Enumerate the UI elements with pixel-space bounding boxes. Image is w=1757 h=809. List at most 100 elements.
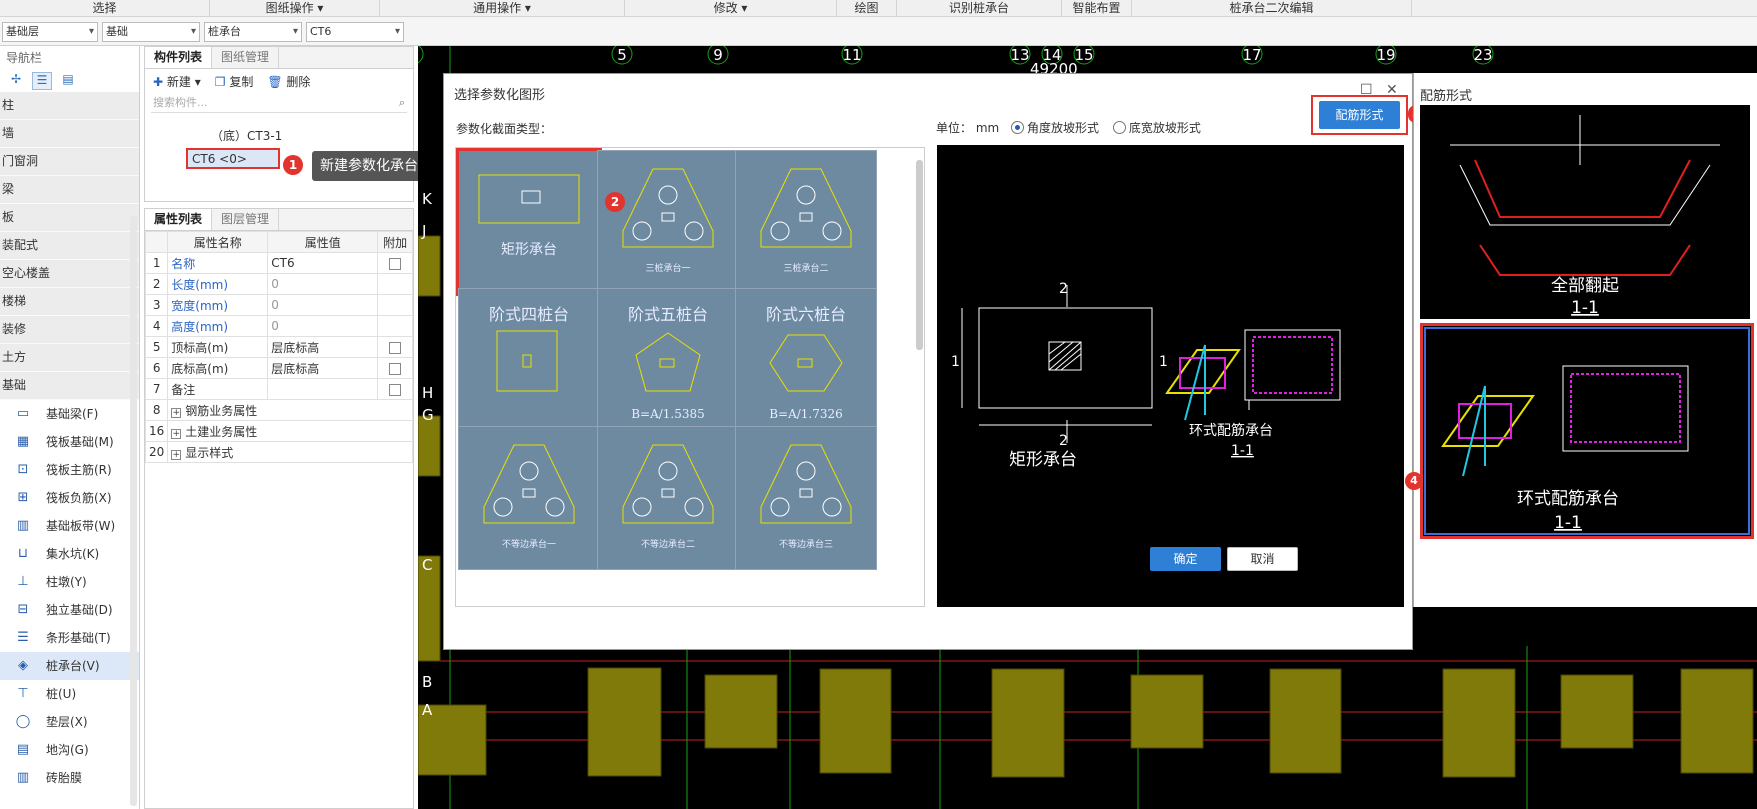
nav-item-label: 砖胎膜 xyxy=(46,771,83,785)
shape-thumb[interactable]: 矩形承台 xyxy=(456,148,602,296)
property-value[interactable]: 层底标高 xyxy=(267,357,379,379)
property-row[interactable]: 3 宽度(mm) 0 xyxy=(144,294,413,316)
rebar-option-full-bend[interactable]: 全部翻起 1-1 xyxy=(1420,105,1750,319)
pin-icon[interactable]: ✢ xyxy=(6,72,26,90)
extra-checkbox[interactable] xyxy=(389,341,402,354)
category-select[interactable]: 基础 xyxy=(102,22,200,42)
cancel-button[interactable]: 取消 xyxy=(1227,547,1298,571)
nav-item[interactable]: ▥ 基础板带(W) xyxy=(0,512,139,540)
nav-item[interactable]: ⊡ 筏板主筋(R) xyxy=(0,456,139,484)
nav-category[interactable]: 墙 xyxy=(0,120,139,148)
ribbon-group-recognize[interactable]: 识别桩承台 xyxy=(897,0,1062,16)
nav-category[interactable]: 装修 xyxy=(0,316,139,344)
property-value[interactable]: CT6 xyxy=(267,252,379,274)
expand-icon[interactable]: + xyxy=(171,449,182,460)
nav-item[interactable]: ▥ 砖胎膜 xyxy=(0,764,139,792)
nav-category[interactable]: 门窗洞 xyxy=(0,148,139,176)
ribbon-group-smart[interactable]: 智能布置 xyxy=(1062,0,1132,16)
component-search-input[interactable]: 搜索构件... ⌕ xyxy=(151,93,407,113)
radio-bottom-slope[interactable]: 底宽放坡形式 xyxy=(1112,121,1201,135)
property-row[interactable]: 8 + 钢筋业务属性 xyxy=(144,399,413,421)
property-row[interactable]: 20 + 显示样式 xyxy=(144,441,413,463)
property-value[interactable] xyxy=(267,378,379,400)
ribbon-group-select[interactable]: 选择 xyxy=(0,0,210,16)
tree-item-ct6[interactable]: CT6 <0> xyxy=(186,148,280,169)
thumb-scrollbar[interactable] xyxy=(916,160,923,350)
nav-item[interactable]: ⊞ 筏板负筋(X) xyxy=(0,484,139,512)
nav-category[interactable]: 空心楼盖 xyxy=(0,260,139,288)
property-row[interactable]: 5 顶标高(m) 层底标高 xyxy=(144,336,413,358)
nav-category[interactable]: 柱 xyxy=(0,92,139,120)
pile-cap-rect xyxy=(1130,674,1204,749)
nav-item[interactable]: ▤ 地沟(G) xyxy=(0,736,139,764)
nav-category[interactable]: 梁 xyxy=(0,176,139,204)
nav-category[interactable]: 基础 xyxy=(0,372,139,400)
type-select[interactable]: 桩承台 xyxy=(204,22,302,42)
nav-item[interactable]: ◈ 桩承台(V) xyxy=(0,652,139,680)
nav-view-toggle: ✢ ☰ ▤ xyxy=(0,70,139,92)
nav-item[interactable]: ☰ 条形基础(T) xyxy=(0,624,139,652)
tab-property-list[interactable]: 属性列表 xyxy=(145,209,213,230)
floor-select[interactable]: 基础层 xyxy=(2,22,98,42)
shape-thumb[interactable]: 不等边承台三 xyxy=(735,426,877,570)
property-name-text: 长度(mm) xyxy=(171,277,229,292)
shape-thumb[interactable]: 阶式五桩台 B=A/1.5385 xyxy=(597,288,739,432)
property-value[interactable]: 层底标高 xyxy=(267,336,379,358)
ribbon-group-modify[interactable]: 修改 ▾ xyxy=(625,0,837,16)
detail-view-icon[interactable]: ▤ xyxy=(58,72,78,90)
extra-checkbox[interactable] xyxy=(389,362,402,375)
component-select[interactable]: CT6 xyxy=(306,22,404,42)
shape-thumb[interactable]: 三桩承台二 xyxy=(735,150,877,294)
tab-component-list[interactable]: 构件列表 xyxy=(145,47,213,68)
tab-drawing-manage[interactable]: 图纸管理 xyxy=(212,47,280,68)
search-icon[interactable]: ⌕ xyxy=(399,93,405,113)
rebar-form-button[interactable]: 配筋形式 xyxy=(1319,101,1400,129)
rebar-option-ring[interactable]: 环式配筋承台 1-1 xyxy=(1420,323,1754,539)
property-extra xyxy=(377,273,413,295)
expand-icon[interactable]: + xyxy=(171,428,182,439)
nav-category[interactable]: 楼梯 xyxy=(0,288,139,316)
tree-item-ct3-1[interactable]: （底）CT3-1 xyxy=(211,127,282,144)
expand-icon[interactable]: + xyxy=(171,407,182,418)
nav-item[interactable]: ⊤ 桩(U) xyxy=(0,680,139,708)
nav-item-label: 桩承台(V) xyxy=(46,659,100,673)
radio-angle-slope[interactable]: 角度放坡形式 xyxy=(1011,121,1099,135)
shape-thumb[interactable]: 阶式六桩台 B=A/1.7326 xyxy=(735,288,877,432)
shape-thumb[interactable]: 阶式四桩台 xyxy=(458,288,600,432)
ok-button[interactable]: 确定 xyxy=(1150,547,1221,571)
nav-category[interactable]: 板 xyxy=(0,204,139,232)
property-value[interactable]: 0 xyxy=(267,273,379,295)
nav-item[interactable]: ⊔ 集水坑(K) xyxy=(0,540,139,568)
property-row[interactable]: 7 备注 xyxy=(144,378,413,400)
property-row[interactable]: 2 长度(mm) 0 xyxy=(144,273,413,295)
property-row[interactable]: 1 名称 CT6 xyxy=(144,252,413,274)
ribbon-group-common-ops[interactable]: 通用操作 ▾ xyxy=(380,0,625,16)
extra-checkbox[interactable] xyxy=(389,383,402,396)
nav-scrollbar[interactable] xyxy=(130,216,137,806)
ribbon-group-edit[interactable]: 桩承台二次编辑 xyxy=(1132,0,1412,16)
nav-category[interactable]: 装配式 xyxy=(0,232,139,260)
list-view-icon[interactable]: ☰ xyxy=(32,72,52,90)
pile-cap-rect xyxy=(418,415,441,477)
ribbon-group-draw[interactable]: 绘图 xyxy=(837,0,897,16)
property-value[interactable]: 0 xyxy=(267,294,379,316)
delete-button[interactable]: 🗑 删除 xyxy=(267,73,310,90)
ribbon-group-drawing-ops[interactable]: 图纸操作 ▾ xyxy=(210,0,380,16)
nav-item[interactable]: ▭ 基础梁(F) xyxy=(0,400,139,428)
copy-button[interactable]: ❐ 复制 xyxy=(215,73,254,90)
extra-checkbox[interactable] xyxy=(389,257,402,270)
new-button[interactable]: ✚ 新建 ▾ xyxy=(153,73,201,90)
shape-thumb[interactable]: 三桩承台一 xyxy=(597,150,739,294)
nav-item[interactable]: ▦ 筏板基础(M) xyxy=(0,428,139,456)
property-row[interactable]: 6 底标高(m) 层底标高 xyxy=(144,357,413,379)
property-row[interactable]: 4 高度(mm) 0 xyxy=(144,315,413,337)
tab-layer-manage[interactable]: 图层管理 xyxy=(212,209,280,230)
property-value[interactable]: 0 xyxy=(267,315,379,337)
property-row[interactable]: 16 + 土建业务属性 xyxy=(144,420,413,442)
nav-item[interactable]: ⊟ 独立基础(D) xyxy=(0,596,139,624)
nav-item[interactable]: ⊥ 柱墩(Y) xyxy=(0,568,139,596)
nav-category[interactable]: 土方 xyxy=(0,344,139,372)
nav-item[interactable]: ◯ 垫层(X) xyxy=(0,708,139,736)
shape-thumb[interactable]: 不等边承台二 xyxy=(597,426,739,570)
shape-thumb[interactable]: 不等边承台一 xyxy=(458,426,600,570)
